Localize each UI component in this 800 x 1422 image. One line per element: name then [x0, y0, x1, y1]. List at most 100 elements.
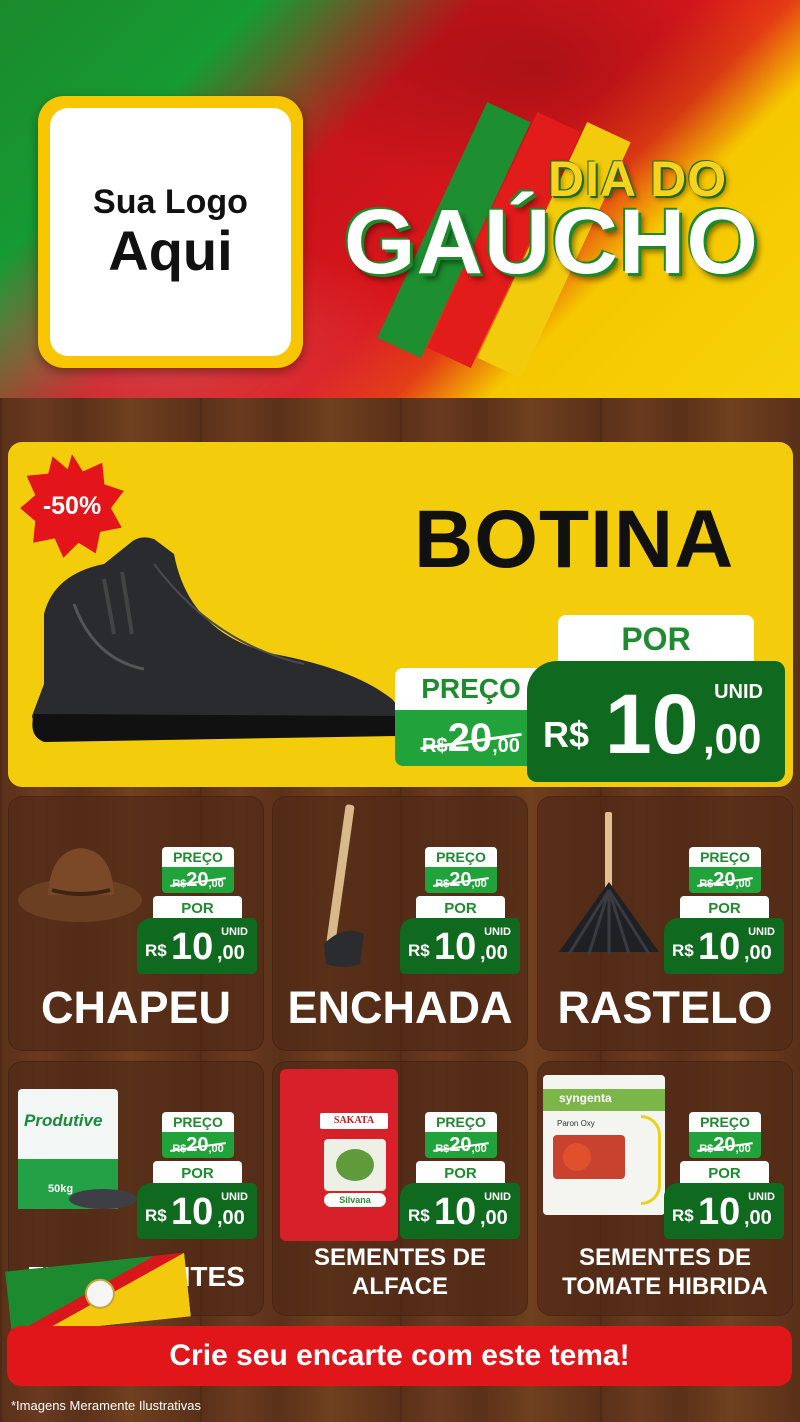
- new-currency: R$: [672, 1206, 694, 1225]
- hat-image: [18, 848, 142, 922]
- logo-text-line1: Sua Logo: [93, 183, 248, 222]
- old-price-int: 20: [449, 1134, 472, 1156]
- new-price-value: UNID R$ 10,00: [400, 1183, 520, 1239]
- new-price-value: UNID R$ 10,00: [400, 918, 520, 974]
- preco-label: PREÇO: [162, 847, 234, 867]
- featured-product-name: BOTINA: [414, 494, 735, 585]
- old-currency: R$: [699, 1143, 714, 1155]
- logo-placeholder[interactable]: Sua Logo Aqui: [38, 96, 303, 368]
- enchada-new-price: POR UNID R$ 10,00: [400, 896, 520, 974]
- cta-button[interactable]: Crie seu encarte com este tema!: [7, 1326, 792, 1386]
- tomato-seed-pack-image: syngenta Paron Oxy: [543, 1075, 665, 1215]
- rastelo-old-price: PREÇO R$ 20,00: [689, 847, 761, 893]
- pack-brand: SAKATA: [320, 1113, 388, 1129]
- tomate-new-price: POR UNID R$ 10,00: [664, 1161, 784, 1239]
- preco-label: PREÇO: [162, 1112, 234, 1132]
- new-price-cents: ,00: [217, 942, 245, 964]
- logo-text-line2: Aqui: [108, 219, 233, 283]
- new-price-cents: ,00: [217, 1207, 245, 1229]
- old-currency: R$: [435, 878, 450, 890]
- old-price-strike: R$ 20,00: [699, 1135, 751, 1155]
- old-price-value: R$ 20,00: [689, 867, 761, 893]
- old-currency: R$: [172, 878, 187, 890]
- pack-brand: syngenta: [559, 1091, 612, 1105]
- new-price-cents: ,00: [480, 942, 508, 964]
- new-currency: R$: [408, 1206, 430, 1225]
- new-price-int: 10: [434, 1191, 477, 1233]
- tomato-graphic: [563, 1143, 591, 1171]
- old-price-value: R$ 20,00: [425, 867, 497, 893]
- por-label: POR: [153, 1161, 242, 1185]
- chapeu-new-price: POR UNID R$ 10,00: [137, 896, 257, 974]
- preco-label: PREÇO: [689, 847, 761, 867]
- por-label: POR: [680, 1161, 769, 1185]
- hoe-image: [324, 804, 364, 967]
- old-price-cents: ,00: [735, 878, 751, 890]
- alface-old-price: PREÇO R$ 20,00: [425, 1112, 497, 1158]
- old-price-cents: ,00: [471, 878, 487, 890]
- title-line2: GAÚCHO: [344, 191, 759, 293]
- por-label: POR: [153, 896, 242, 920]
- unid-label: UNID: [484, 1191, 511, 1203]
- pack-variety: Paron Oxy: [557, 1119, 595, 1128]
- unid-label: UNID: [748, 1191, 775, 1203]
- new-price-cents: ,00: [703, 715, 762, 762]
- unid-label: UNID: [714, 681, 763, 703]
- old-price-int: 20: [447, 716, 493, 760]
- old-price-cents: ,00: [471, 1143, 487, 1155]
- new-price-int: 10: [171, 1191, 214, 1233]
- old-price-strike: R$ 20,00: [172, 870, 224, 890]
- old-price-cents: ,00: [208, 878, 224, 890]
- old-price-int: 20: [186, 869, 209, 891]
- old-price-int: 20: [186, 1134, 209, 1156]
- new-price-int: 10: [434, 926, 477, 968]
- enchada-old-price: PREÇO R$ 20,00: [425, 847, 497, 893]
- new-price-cents: ,00: [480, 1207, 508, 1229]
- unid-label: UNID: [748, 926, 775, 938]
- old-price-int: 20: [713, 869, 736, 891]
- pack-swoosh: [641, 1115, 661, 1205]
- product-name: RASTELO: [557, 982, 773, 1033]
- new-price-int: 10: [171, 926, 214, 968]
- preco-label: PREÇO: [425, 1112, 497, 1132]
- old-price-strike: R$ 20,00: [699, 870, 751, 890]
- new-price-int: 10: [698, 926, 741, 968]
- unid-label: UNID: [484, 926, 511, 938]
- pack-photo: [553, 1135, 625, 1179]
- product-name-line1: SEMENTES DE: [578, 1244, 752, 1271]
- product-name: CHAPEU: [40, 982, 232, 1033]
- new-price-cents: ,00: [744, 942, 772, 964]
- rake-image: [559, 812, 659, 955]
- discount-badge: -50%: [42, 491, 102, 520]
- chapeu-old-price: PREÇO R$ 20,00: [162, 847, 234, 893]
- fertilizantes-old-price: PREÇO R$ 20,00: [162, 1112, 234, 1158]
- pack-brand-secondary: Silvana: [324, 1193, 386, 1207]
- unid-label: UNID: [221, 926, 248, 938]
- old-currency: R$: [172, 1143, 187, 1155]
- old-currency: R$: [699, 878, 714, 890]
- preco-label: PREÇO: [689, 1112, 761, 1132]
- new-currency: R$: [145, 941, 167, 960]
- logo-inner: Sua Logo Aqui: [50, 108, 291, 356]
- pack-photo: [324, 1139, 386, 1191]
- featured-old-price: PREÇO R$ 20 ,00: [395, 668, 547, 766]
- fertilizer-pile-image: [69, 1189, 137, 1209]
- new-price-value: UNID R$ 10,00: [664, 1183, 784, 1239]
- old-price-value: R$ 20,00: [425, 1132, 497, 1158]
- por-label: POR: [680, 896, 769, 920]
- old-price-value: R$ 20,00: [162, 1132, 234, 1158]
- product-name-line2: ALFACE: [352, 1272, 448, 1300]
- new-price-value: UNID R$ 10,00: [137, 918, 257, 974]
- por-label: POR: [416, 896, 505, 920]
- product-name-line2: TOMATE HIBRIDA: [562, 1272, 768, 1300]
- new-currency: R$: [408, 941, 430, 960]
- new-price-cents: ,00: [744, 1207, 772, 1229]
- new-currency: R$: [543, 714, 590, 755]
- product-name: SEMENTES DE TOMATE HIBRIDA: [537, 1244, 793, 1302]
- disclaimer-text: *Imagens Meramente Ilustrativas: [11, 1398, 202, 1413]
- product-name-line1: SEMENTES DE: [313, 1244, 487, 1271]
- por-label: POR: [558, 615, 754, 663]
- old-price-int: 20: [713, 1134, 736, 1156]
- old-price-strike: R$ 20,00: [172, 1135, 224, 1155]
- fertilizantes-new-price: POR UNID R$ 10,00: [137, 1161, 257, 1239]
